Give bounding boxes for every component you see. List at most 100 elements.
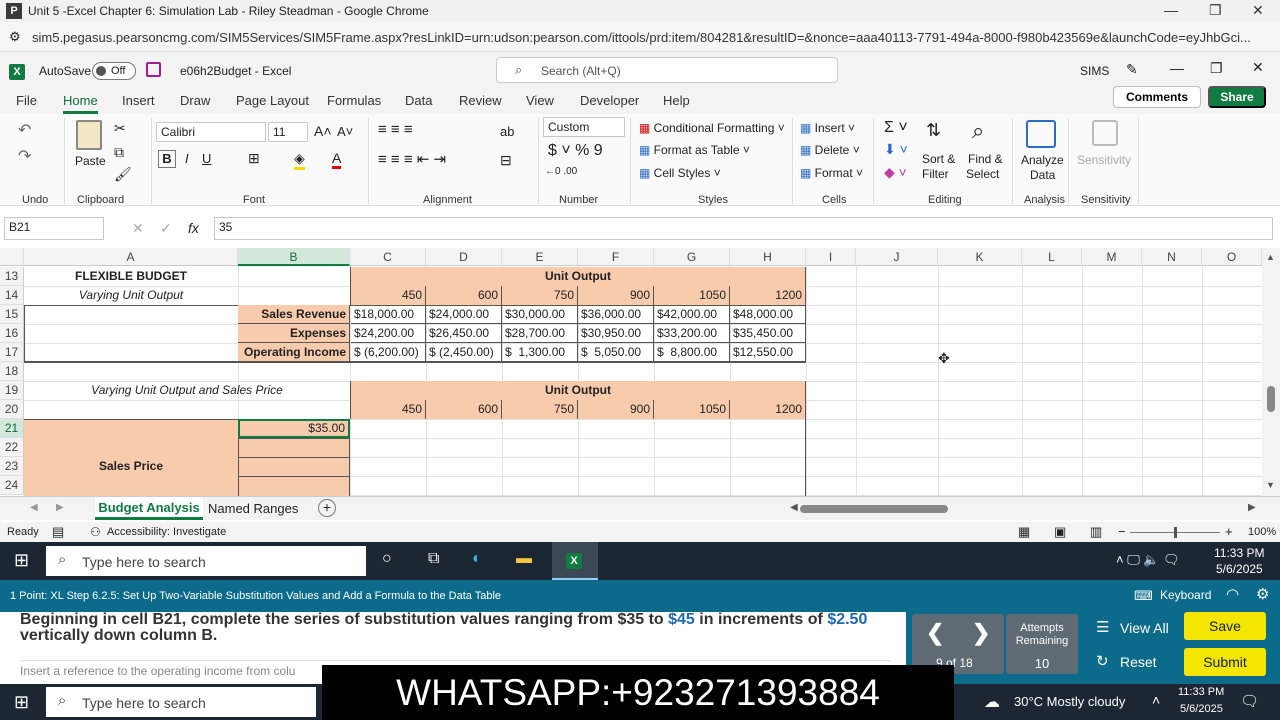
excel-taskbar-button[interactable]: X	[552, 542, 598, 580]
row-header[interactable]: 16	[0, 324, 24, 343]
output-cell[interactable]: 1050	[654, 286, 730, 305]
decimal-icon[interactable]: ←0 .00	[545, 166, 577, 177]
expense-cell[interactable]: $30,950.00	[578, 324, 654, 343]
revenue-cell[interactable]: $30,000.00	[502, 305, 578, 324]
view-all-icon[interactable]: ☰	[1096, 618, 1109, 636]
hscroll-left-icon[interactable]: ◀	[790, 502, 798, 513]
column-header[interactable]: L	[1022, 248, 1082, 266]
income-cell[interactable]: $ 5,050.00	[578, 343, 654, 362]
income-cell[interactable]: $12,550.00	[730, 343, 805, 362]
row-header[interactable]: 23	[0, 457, 24, 476]
notification-icon[interactable]: 🗨	[1240, 692, 1259, 710]
column-header[interactable]: F	[578, 248, 654, 266]
excel-restore-icon[interactable]: ❐	[1210, 60, 1223, 77]
name-box[interactable]: B21	[4, 217, 104, 240]
share-button[interactable]: Share	[1208, 86, 1266, 108]
two-variable-title[interactable]: Varying Unit Output and Sales Price	[24, 381, 350, 400]
tab-page-layout[interactable]: Page Layout	[236, 93, 309, 108]
save-icon[interactable]	[146, 62, 161, 77]
row-header[interactable]: 15	[0, 305, 24, 324]
row-header[interactable]: 20	[0, 400, 24, 419]
next-sheet-icon[interactable]: ▶	[56, 502, 64, 513]
revenue-cell[interactable]: $18,000.00	[351, 305, 426, 324]
edge-icon[interactable]: ◐	[472, 550, 482, 568]
row-header[interactable]: 13	[0, 267, 24, 286]
currency-icon[interactable]: $ ˅ % 9	[548, 142, 603, 160]
output-cell[interactable]: 600	[426, 286, 502, 305]
view-all-button[interactable]: View All	[1120, 620, 1169, 636]
scroll-down-icon[interactable]: ▼	[1266, 480, 1275, 490]
autosum-icon[interactable]: Σ ˅	[884, 119, 908, 137]
clear-icon[interactable]: ◆ ˅	[884, 164, 907, 181]
column-header[interactable]: M	[1082, 248, 1142, 266]
active-cell-b21[interactable]: $35.00	[238, 419, 350, 438]
row-header[interactable]: 24	[0, 476, 24, 495]
column-header[interactable]: B	[238, 248, 350, 266]
column-header[interactable]: C	[350, 248, 426, 266]
formula-input[interactable]: 35	[214, 217, 1273, 240]
output-cell[interactable]: 450	[350, 286, 426, 305]
tab-file[interactable]: File	[16, 93, 37, 108]
hscroll-right-icon[interactable]: ▶	[1248, 502, 1256, 513]
row-header[interactable]: 17	[0, 343, 24, 362]
conditional-formatting-button[interactable]: ▦ Conditional Formatting ˅	[639, 121, 785, 135]
expense-cell[interactable]: $33,200.00	[654, 324, 730, 343]
number-format-box[interactable]: Custom	[543, 117, 625, 137]
file-explorer-icon[interactable]: ▬	[516, 550, 532, 568]
grow-font-icon[interactable]: A˄	[314, 123, 332, 139]
font-name-box[interactable]: Calibri	[156, 122, 266, 142]
windows-start-icon[interactable]: ⊞	[14, 550, 29, 571]
output-cell[interactable]: 750	[502, 400, 578, 419]
delete-cells-button[interactable]: ▦ Delete ˅	[800, 143, 860, 157]
expense-cell[interactable]: $28,700.00	[502, 324, 578, 343]
page-break-view-icon[interactable]: ▥	[1090, 524, 1102, 540]
output-cell[interactable]: 450	[350, 400, 426, 419]
url-text[interactable]: sim5.pegasus.pearsoncmg.com/SIM5Services…	[32, 30, 1251, 45]
enter-icon[interactable]: ✓	[160, 220, 172, 237]
user-name[interactable]: SIMS	[1080, 64, 1109, 78]
income-cell[interactable]: $ 8,800.00	[654, 343, 730, 362]
pen-icon[interactable]: ✎	[1126, 61, 1138, 78]
insert-cells-button[interactable]: ▦ Insert ˅	[800, 121, 855, 135]
prev-step-icon[interactable]: ❮	[926, 620, 944, 646]
tab-developer[interactable]: Developer	[580, 93, 639, 108]
maximize-icon[interactable]: ❐	[1209, 2, 1222, 19]
excel-minimize-icon[interactable]: —	[1170, 60, 1184, 76]
revenue-cell[interactable]: $48,000.00	[730, 305, 805, 324]
reset-icon[interactable]: ↻	[1096, 652, 1109, 670]
sort-label[interactable]: Sort &	[922, 152, 955, 166]
fx-icon[interactable]: fx	[188, 220, 199, 236]
tab-formulas[interactable]: Formulas	[327, 93, 381, 108]
varying-output-label[interactable]: Varying Unit Output	[24, 286, 238, 305]
sales-price-label[interactable]: Sales Price	[24, 457, 238, 476]
income-cell[interactable]: $ (2,450.00)	[426, 343, 502, 362]
column-header[interactable]: A	[24, 248, 238, 266]
weather-text[interactable]: 30°C Mostly cloudy	[1014, 694, 1125, 709]
cut-icon[interactable]: ✂	[114, 120, 126, 137]
sheet-tab-named-ranges[interactable]: Named Ranges	[208, 501, 298, 516]
taskbar-search-2[interactable]: ⌕ Type here to search	[46, 687, 316, 717]
find-select-icon[interactable]: ⌕	[972, 118, 984, 144]
expense-cell[interactable]: $35,450.00	[730, 324, 805, 343]
underline-icon[interactable]: U	[202, 151, 211, 166]
fill-icon[interactable]: ⬇ ˅	[884, 141, 908, 158]
paste-label[interactable]: Paste	[75, 154, 106, 168]
save-button[interactable]: Save	[1184, 612, 1266, 640]
analyze-data-icon[interactable]	[1026, 120, 1056, 148]
font-color-icon[interactable]: A	[332, 150, 342, 169]
copy-icon[interactable]: ⧉	[114, 144, 124, 161]
tab-draw[interactable]: Draw	[180, 93, 210, 108]
output-cell[interactable]: 900	[578, 400, 654, 419]
accessibility-icon[interactable]: ⚇	[90, 525, 101, 539]
normal-view-icon[interactable]: ▦	[1018, 524, 1030, 540]
row-label[interactable]: Operating Income	[238, 343, 350, 362]
column-header[interactable]: I	[806, 248, 856, 266]
page-layout-view-icon[interactable]: ▣	[1054, 524, 1066, 540]
scroll-up-icon[interactable]: ▲	[1266, 252, 1275, 262]
shrink-font-icon[interactable]: A˅	[337, 124, 353, 139]
redo-icon[interactable]: ↷	[18, 146, 31, 166]
unit-output-header[interactable]: Unit Output	[350, 267, 806, 286]
tab-help[interactable]: Help	[663, 93, 690, 108]
column-header[interactable]: N	[1142, 248, 1202, 266]
column-header[interactable]: J	[856, 248, 938, 266]
